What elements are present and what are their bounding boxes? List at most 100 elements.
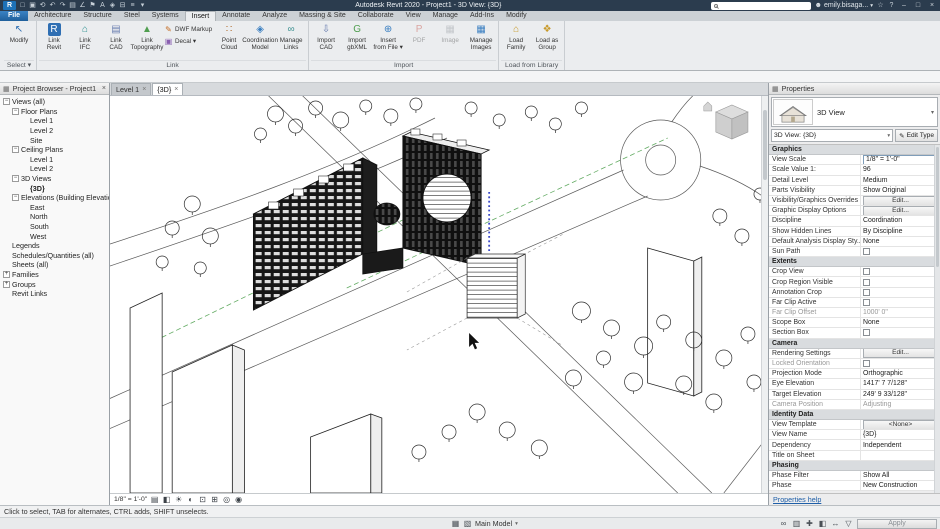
load-family-button[interactable]: ⌂LoadFamily bbox=[501, 22, 531, 51]
property-section-extents[interactable]: Extents bbox=[769, 257, 940, 267]
filter-icon[interactable]: ▽ bbox=[844, 519, 853, 528]
minimize-button[interactable]: – bbox=[899, 2, 909, 9]
search-input[interactable] bbox=[720, 2, 808, 9]
ribbon-tab-file[interactable]: File bbox=[0, 11, 28, 21]
collapse-icon[interactable]: − bbox=[12, 194, 19, 201]
select-underlay-icon[interactable]: ▥ bbox=[792, 519, 801, 528]
print-icon[interactable]: ▤ bbox=[69, 1, 76, 10]
tree-item-ceiling-plans[interactable]: −Ceiling Plans bbox=[0, 145, 109, 155]
show-crop-region-icon[interactable]: ⊞ bbox=[210, 495, 219, 504]
properties-help-link[interactable]: Properties help bbox=[769, 493, 940, 505]
section-icon[interactable]: ⊟ bbox=[119, 1, 126, 10]
ribbon-tab-massing-site[interactable]: Massing & Site bbox=[293, 11, 352, 21]
ribbon-tab-annotate[interactable]: Annotate bbox=[216, 11, 256, 21]
tree-item-level-2[interactable]: Level 2 bbox=[0, 126, 109, 136]
collapse-icon[interactable]: − bbox=[12, 175, 19, 182]
link-cad-button[interactable]: ▤LinkCAD bbox=[101, 22, 131, 51]
tree-item-legends[interactable]: Legends bbox=[0, 241, 109, 251]
annotation-crop-checkbox[interactable] bbox=[863, 289, 870, 296]
coordination-model-button[interactable]: ◈CoordinationModel bbox=[245, 22, 275, 51]
dwf-markup-button[interactable]: ✎DWF Markup bbox=[164, 25, 212, 34]
graphic-display-options-edit-button[interactable]: Edit... bbox=[863, 206, 938, 215]
detail-level-icon[interactable]: ▤ bbox=[150, 495, 159, 504]
locked-orientation-checkbox[interactable] bbox=[863, 360, 870, 367]
workset-icon[interactable]: ▦ bbox=[451, 519, 460, 528]
sun-path-checkbox[interactable] bbox=[863, 248, 870, 255]
link-revit-button[interactable]: RLinkRevit bbox=[39, 22, 69, 51]
close-view-tab-icon[interactable]: × bbox=[174, 86, 178, 93]
sync-with-central-icon[interactable]: ⟲ bbox=[39, 1, 46, 10]
project-browser-header[interactable]: ▦ Project Browser - Project1 × bbox=[0, 83, 109, 95]
redo-icon[interactable]: ↷ bbox=[59, 1, 66, 10]
crop-region-visible-checkbox[interactable] bbox=[863, 279, 870, 286]
rendering-settings-edit-button[interactable]: Edit... bbox=[863, 349, 938, 358]
ribbon-panel-label-load-from-library[interactable]: Load from Library bbox=[501, 60, 562, 70]
collapse-icon[interactable]: − bbox=[12, 146, 19, 153]
close-button[interactable]: × bbox=[927, 2, 937, 9]
tree-item-west[interactable]: West bbox=[0, 231, 109, 241]
collapse-icon[interactable]: − bbox=[3, 98, 10, 105]
tree-item-north[interactable]: North bbox=[0, 212, 109, 222]
default-3d-view-icon[interactable]: ◈ bbox=[109, 1, 116, 10]
temporary-hide-isolate-icon[interactable]: ◎ bbox=[222, 495, 231, 504]
view-tab-level-1[interactable]: Level 1× bbox=[111, 83, 151, 95]
tree-item-3d[interactable]: {3D} bbox=[0, 183, 109, 193]
image-button[interactable]: ▦Image bbox=[435, 22, 465, 44]
crop-view-checkbox[interactable] bbox=[863, 268, 870, 275]
tree-item-sheets-all[interactable]: Sheets (all) bbox=[0, 260, 109, 270]
visibility-graphics-overrides-edit-button[interactable]: Edit... bbox=[863, 196, 938, 205]
reveal-hidden-elements-icon[interactable]: ◉ bbox=[234, 495, 243, 504]
drag-on-selection-icon[interactable]: ↔ bbox=[831, 519, 840, 528]
apply-button[interactable]: Apply bbox=[857, 519, 937, 529]
ribbon-tab-structure[interactable]: Structure bbox=[77, 11, 117, 21]
close-browser-icon[interactable]: × bbox=[102, 85, 106, 92]
instance-selector[interactable]: 3D View: {3D} ▾ bbox=[771, 129, 893, 142]
ribbon-tab-insert[interactable]: Insert bbox=[185, 11, 217, 21]
canvas-scrollbar-thumb[interactable] bbox=[763, 110, 767, 180]
sun-path-icon[interactable]: ☀ bbox=[174, 495, 183, 504]
property-section-graphics[interactable]: Graphics bbox=[769, 145, 940, 155]
user-account-button[interactable]: ☻ emily.bisaga... ▾ bbox=[815, 2, 873, 9]
maximize-button[interactable]: □ bbox=[913, 2, 923, 9]
favorites-icon[interactable]: ☆ bbox=[877, 1, 884, 10]
tree-item-revit-links[interactable]: Revit Links bbox=[0, 289, 109, 299]
tree-item-level-1[interactable]: Level 1 bbox=[0, 155, 109, 165]
model-view-3d[interactable] bbox=[110, 96, 768, 493]
visual-style-icon[interactable]: ◧ bbox=[162, 495, 171, 504]
expand-icon[interactable]: + bbox=[3, 271, 10, 278]
ribbon-panel-label-select[interactable]: Select ▾ bbox=[4, 60, 34, 70]
property-section-phasing[interactable]: Phasing bbox=[769, 461, 940, 471]
tree-item-families[interactable]: +Families bbox=[0, 270, 109, 280]
decal-button[interactable]: ▣Decal ▾ bbox=[164, 37, 212, 46]
property-section-identity-data[interactable]: Identity Data bbox=[769, 410, 940, 420]
tree-item-site[interactable]: Site bbox=[0, 135, 109, 145]
view-template-edit-button[interactable]: <None> bbox=[863, 420, 938, 429]
ribbon-tab-modify[interactable]: Modify bbox=[500, 11, 533, 21]
thin-lines-icon[interactable]: ≡ bbox=[129, 1, 136, 10]
far-clip-active-checkbox[interactable] bbox=[863, 299, 870, 306]
select-pinned-icon[interactable]: ✚ bbox=[805, 519, 814, 528]
insert-from-file-button[interactable]: ⊕Insertfrom File ▾ bbox=[373, 22, 403, 51]
properties-header[interactable]: ▦ Properties bbox=[769, 83, 940, 95]
load-as-group-button[interactable]: ❖Load asGroup bbox=[532, 22, 562, 51]
tree-item-3d-views[interactable]: −3D Views bbox=[0, 174, 109, 184]
open-icon[interactable]: □ bbox=[19, 1, 26, 10]
tree-item-level-1[interactable]: Level 1 bbox=[0, 116, 109, 126]
ribbon-tab-collaborate[interactable]: Collaborate bbox=[352, 11, 400, 21]
ribbon-panel-label-link[interactable]: Link bbox=[39, 60, 306, 70]
shadows-icon[interactable]: ◐ bbox=[186, 495, 195, 504]
text-note-icon[interactable]: A bbox=[99, 1, 106, 10]
pdf-button[interactable]: PPDF bbox=[404, 22, 434, 44]
ribbon-tab-analyze[interactable]: Analyze bbox=[256, 11, 293, 21]
revit-logo[interactable]: R bbox=[3, 1, 16, 10]
properties-scrollbar[interactable] bbox=[934, 145, 940, 493]
manage-links-button[interactable]: ∞ManageLinks bbox=[276, 22, 306, 51]
edit-type-button[interactable]: ✎ Edit Type bbox=[895, 129, 938, 142]
property-section-camera[interactable]: Camera bbox=[769, 339, 940, 349]
crop-view-icon[interactable]: ⊡ bbox=[198, 495, 207, 504]
design-option-selector[interactable]: Main Model bbox=[475, 519, 512, 528]
modify-button[interactable]: ↖Modify bbox=[4, 22, 34, 44]
import-gbxml-button[interactable]: GImportgbXML bbox=[342, 22, 372, 51]
ribbon-tab-add-ins[interactable]: Add-Ins bbox=[464, 11, 500, 21]
ribbon-panel-label-import[interactable]: Import bbox=[311, 60, 496, 70]
